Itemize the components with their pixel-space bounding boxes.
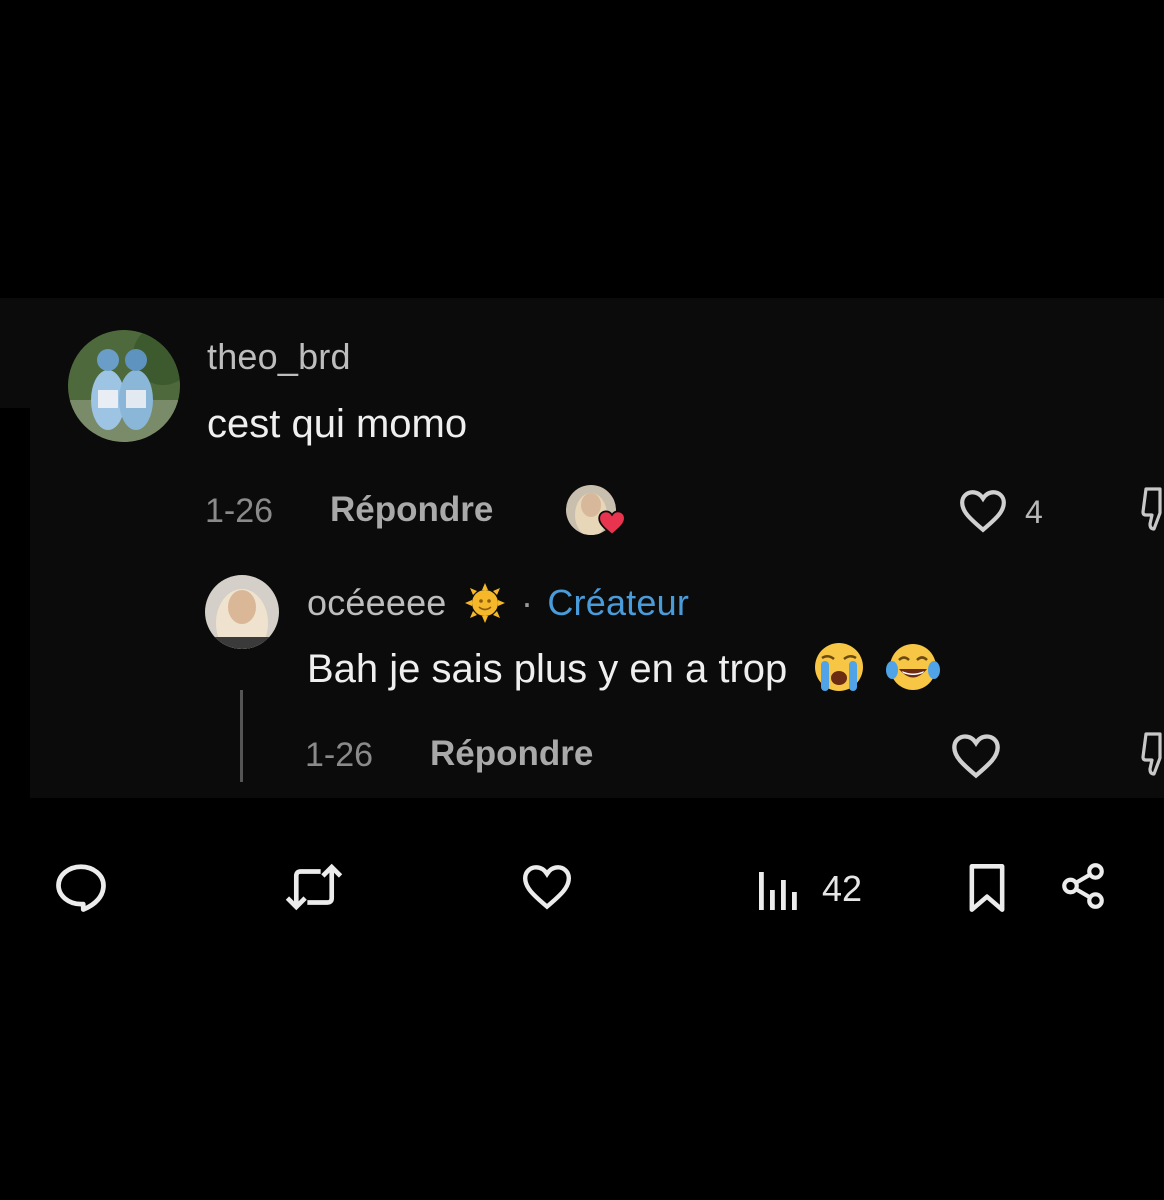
creator-heart-badge-icon: [598, 510, 626, 536]
like-heart-icon[interactable]: [520, 863, 574, 911]
reply-reply-button[interactable]: Répondre: [430, 734, 593, 774]
views-bar-chart-icon[interactable]: [757, 862, 801, 912]
reply-text: Bah je sais plus y en a trop: [307, 647, 788, 691]
share-icon[interactable]: [1058, 860, 1108, 912]
dislike-icon[interactable]: [1140, 485, 1164, 535]
reply-text-row: Bah je sais plus y en a trop: [307, 643, 940, 694]
reply-dislike-icon[interactable]: [1140, 730, 1164, 780]
reply-username[interactable]: océeeee: [307, 582, 447, 623]
comment-username[interactable]: theo_brd: [207, 336, 351, 378]
bookmark-icon[interactable]: [965, 862, 1009, 914]
loudly-crying-emoji-icon: [815, 643, 864, 692]
avatar-theo-brd[interactable]: [68, 330, 180, 442]
reply-date: 1-26: [305, 736, 374, 774]
like-heart-icon[interactable]: [958, 488, 1008, 534]
like-count: 4: [1025, 494, 1043, 530]
separator-dot: ·: [520, 582, 534, 623]
tears-of-joy-emoji-icon: [885, 644, 940, 691]
views-count: 42: [822, 868, 863, 909]
creator-badge: Créateur: [547, 582, 690, 623]
repost-arrows-icon[interactable]: [283, 862, 345, 912]
screenshot-left-edge: [0, 408, 30, 800]
reply-button[interactable]: Répondre: [330, 490, 493, 530]
comment-text: cest qui momo: [207, 402, 468, 446]
reply-like-heart-icon[interactable]: [950, 732, 1002, 780]
sun-emoji-icon: [464, 583, 505, 624]
reply-speech-bubble-icon[interactable]: [54, 862, 108, 912]
thread-connector: [240, 690, 243, 782]
comment-date: 1-26: [205, 492, 274, 530]
avatar-oceeeee[interactable]: [205, 575, 279, 649]
reply-username-row: océeeee · Créateur: [307, 582, 689, 625]
